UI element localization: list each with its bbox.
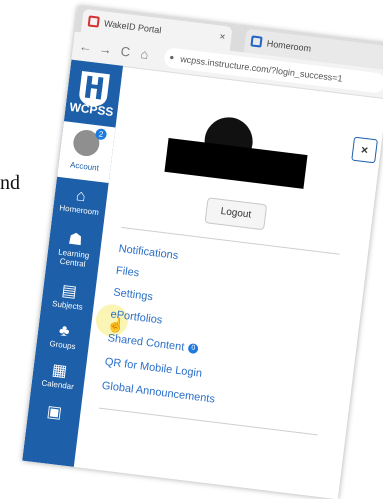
sidebar-item-inbox[interactable]: ▣ [27, 401, 81, 425]
link-settings[interactable]: Settings [113, 286, 154, 303]
wakeid-favicon-icon [87, 15, 100, 28]
browser-window: WakeID Portal × Homeroom ← → C ⌂ ● wcpss… [22, 6, 383, 499]
link-label: Shared Content [107, 332, 185, 354]
reload-icon[interactable]: C [120, 44, 131, 60]
sidebar-item-learning-central[interactable]: ☗ Learning Central [46, 228, 102, 270]
sidebar-item-label: Learning Central [57, 247, 90, 269]
link-shared-content[interactable]: Shared Content 0 [107, 332, 199, 355]
redacted-user-name [164, 138, 308, 189]
tab-title: Homeroom [266, 38, 312, 54]
divider [99, 407, 318, 436]
logout-button[interactable]: Logout [204, 197, 268, 231]
sidebar-item-label: Groups [48, 339, 77, 352]
forward-icon[interactable]: → [98, 41, 113, 57]
link-qr-mobile-login[interactable]: QR for Mobile Login [104, 356, 203, 380]
sidebar-item-label: Account [69, 160, 100, 173]
background-text: nd [0, 172, 20, 194]
account-tray: × Logout Notifications Files Settings ☝ … [74, 66, 383, 499]
account-badge: 2 [94, 128, 108, 141]
sidebar-item-calendar[interactable]: ▦ Calendar [31, 359, 86, 392]
link-notifications[interactable]: Notifications [118, 243, 179, 262]
canvas-favicon-icon [250, 35, 263, 48]
shared-content-badge: 0 [187, 343, 199, 355]
back-icon[interactable]: ← [78, 38, 93, 54]
home-icon[interactable]: ⌂ [140, 46, 150, 62]
tab-close-icon[interactable]: × [218, 26, 227, 51]
sidebar-item-account[interactable]: 2 Account [57, 121, 116, 184]
inbox-icon: ▣ [45, 403, 63, 422]
close-icon[interactable]: × [351, 136, 378, 164]
link-files[interactable]: Files [115, 265, 140, 280]
tab-title: WakeID Portal [103, 18, 162, 36]
sidebar-item-homeroom[interactable]: ⌂ Homeroom [53, 185, 108, 218]
sidebar-item-subjects[interactable]: ▤ Subjects [41, 280, 96, 313]
sidebar-item-groups[interactable]: ♣ Groups [36, 320, 91, 353]
lock-icon: ● [168, 52, 175, 63]
link-global-announcements[interactable]: Global Announcements [101, 380, 215, 406]
